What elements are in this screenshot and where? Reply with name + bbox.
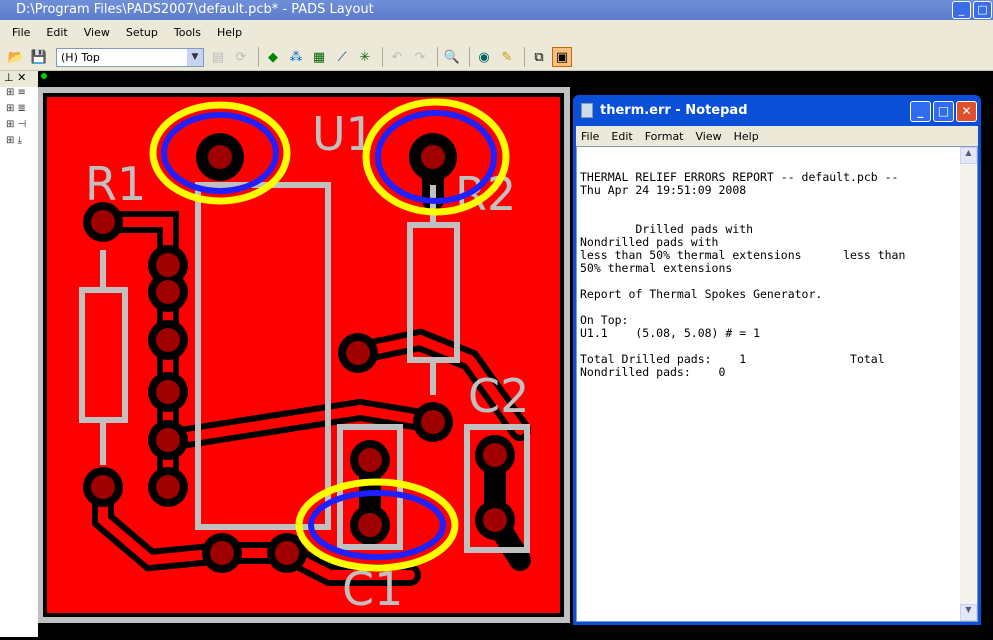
save-icon[interactable]: 💾 [29, 47, 49, 67]
np-menu-file[interactable]: File [581, 130, 599, 143]
chevron-down-icon[interactable]: ▼ [187, 48, 203, 66]
window-title: D:\Program Files\PADS2007\default.pcb* -… [16, 2, 374, 17]
menu-file[interactable]: File [12, 26, 30, 39]
open-icon[interactable]: 📂 [6, 47, 26, 67]
notepad-minimize-button[interactable]: _ [910, 101, 931, 122]
view-icon[interactable]: ◉ [474, 47, 494, 67]
notepad-text-area[interactable]: THERMAL RELIEF ERRORS REPORT -- default.… [576, 146, 978, 622]
menu-view[interactable]: View [84, 26, 110, 39]
ecodesign-icon[interactable]: ▦ [309, 47, 329, 67]
minimize-button[interactable]: _ [952, 1, 971, 19]
notepad-close-button[interactable]: ✕ [956, 101, 977, 122]
label-c2: C2 [468, 369, 529, 423]
properties-icon[interactable]: ▤ [208, 47, 228, 67]
toolbar: 📂 💾 (H) Top ▼ ▤ ⟳ ◆ ⁂ ▦ ⟋ ✳ ↶ ↷ 🔍 ◉ ✎ ⧉ ▣ [0, 44, 993, 71]
close-icon[interactable]: ✕ [17, 71, 26, 84]
notepad-title-bar: therm.err - Notepad _ □ ✕ [576, 95, 978, 126]
menu-setup[interactable]: Setup [126, 26, 158, 39]
notepad-window: therm.err - Notepad _ □ ✕ File Edit Form… [573, 95, 981, 625]
pcb-canvas[interactable]: R1 U1 R2 C2 C1 [37, 71, 573, 637]
scroll-down-button[interactable]: ▼ [960, 604, 977, 621]
layer-select-value: (H) Top [61, 50, 100, 64]
maximize-button[interactable]: □ [973, 1, 992, 19]
undo-icon[interactable]: ↶ [387, 47, 407, 67]
brush-icon[interactable]: ✎ [497, 47, 517, 67]
tree-item[interactable]: ⊞ ≣ [0, 103, 38, 119]
notepad-icon [581, 103, 593, 118]
np-menu-view[interactable]: View [696, 130, 722, 143]
notepad-menu-bar: File Edit Format View Help [576, 126, 978, 146]
layer-select[interactable]: (H) Top ▼ [56, 47, 204, 67]
project-panel: ⊥ ✕ ⊞ ≡ ⊞ ≣ ⊞ ⊣ ⊞ ⤓ [0, 71, 38, 637]
design-icon[interactable]: ⁂ [286, 47, 306, 67]
zoom-icon[interactable]: 🔍 [442, 47, 462, 67]
notepad-title: therm.err - Notepad [600, 103, 748, 118]
verify-icon[interactable]: ✳ [355, 47, 375, 67]
scroll-up-button[interactable]: ▲ [960, 147, 977, 164]
tree-item[interactable]: ⊞ ⊣ [0, 119, 38, 135]
origin-marker [41, 73, 47, 79]
np-menu-edit[interactable]: Edit [611, 130, 632, 143]
pcb-drawing[interactable]: R1 U1 R2 C2 C1 [37, 71, 573, 637]
tree-item[interactable]: ⊞ ⤓ [0, 135, 38, 151]
pin-icon[interactable]: ⊥ [4, 71, 14, 84]
report-text: THERMAL RELIEF ERRORS REPORT -- default.… [580, 170, 906, 379]
refresh-icon[interactable]: ⟳ [231, 47, 251, 67]
np-menu-help[interactable]: Help [734, 130, 759, 143]
drafting-icon[interactable]: ◆ [263, 47, 283, 67]
panel-header: ⊥ ✕ [0, 71, 38, 87]
macro-icon[interactable]: ⧉ [529, 47, 549, 67]
vertical-scrollbar[interactable]: ▲ ▼ [960, 147, 977, 621]
menu-help[interactable]: Help [217, 26, 242, 39]
menu-edit[interactable]: Edit [46, 26, 67, 39]
tree-item[interactable]: ⊞ ≡ [0, 87, 38, 103]
np-menu-format[interactable]: Format [645, 130, 684, 143]
menu-tools[interactable]: Tools [174, 26, 201, 39]
project-explorer-icon[interactable]: ▣ [552, 47, 572, 67]
notepad-maximize-button[interactable]: □ [933, 101, 954, 122]
label-r1: R1 [85, 157, 146, 211]
redo-icon[interactable]: ↷ [410, 47, 430, 67]
route-icon[interactable]: ⟋ [332, 47, 352, 67]
title-bar: D:\Program Files\PADS2007\default.pcb* -… [0, 0, 993, 20]
menu-bar: File Edit View Setup Tools Help [0, 20, 993, 44]
